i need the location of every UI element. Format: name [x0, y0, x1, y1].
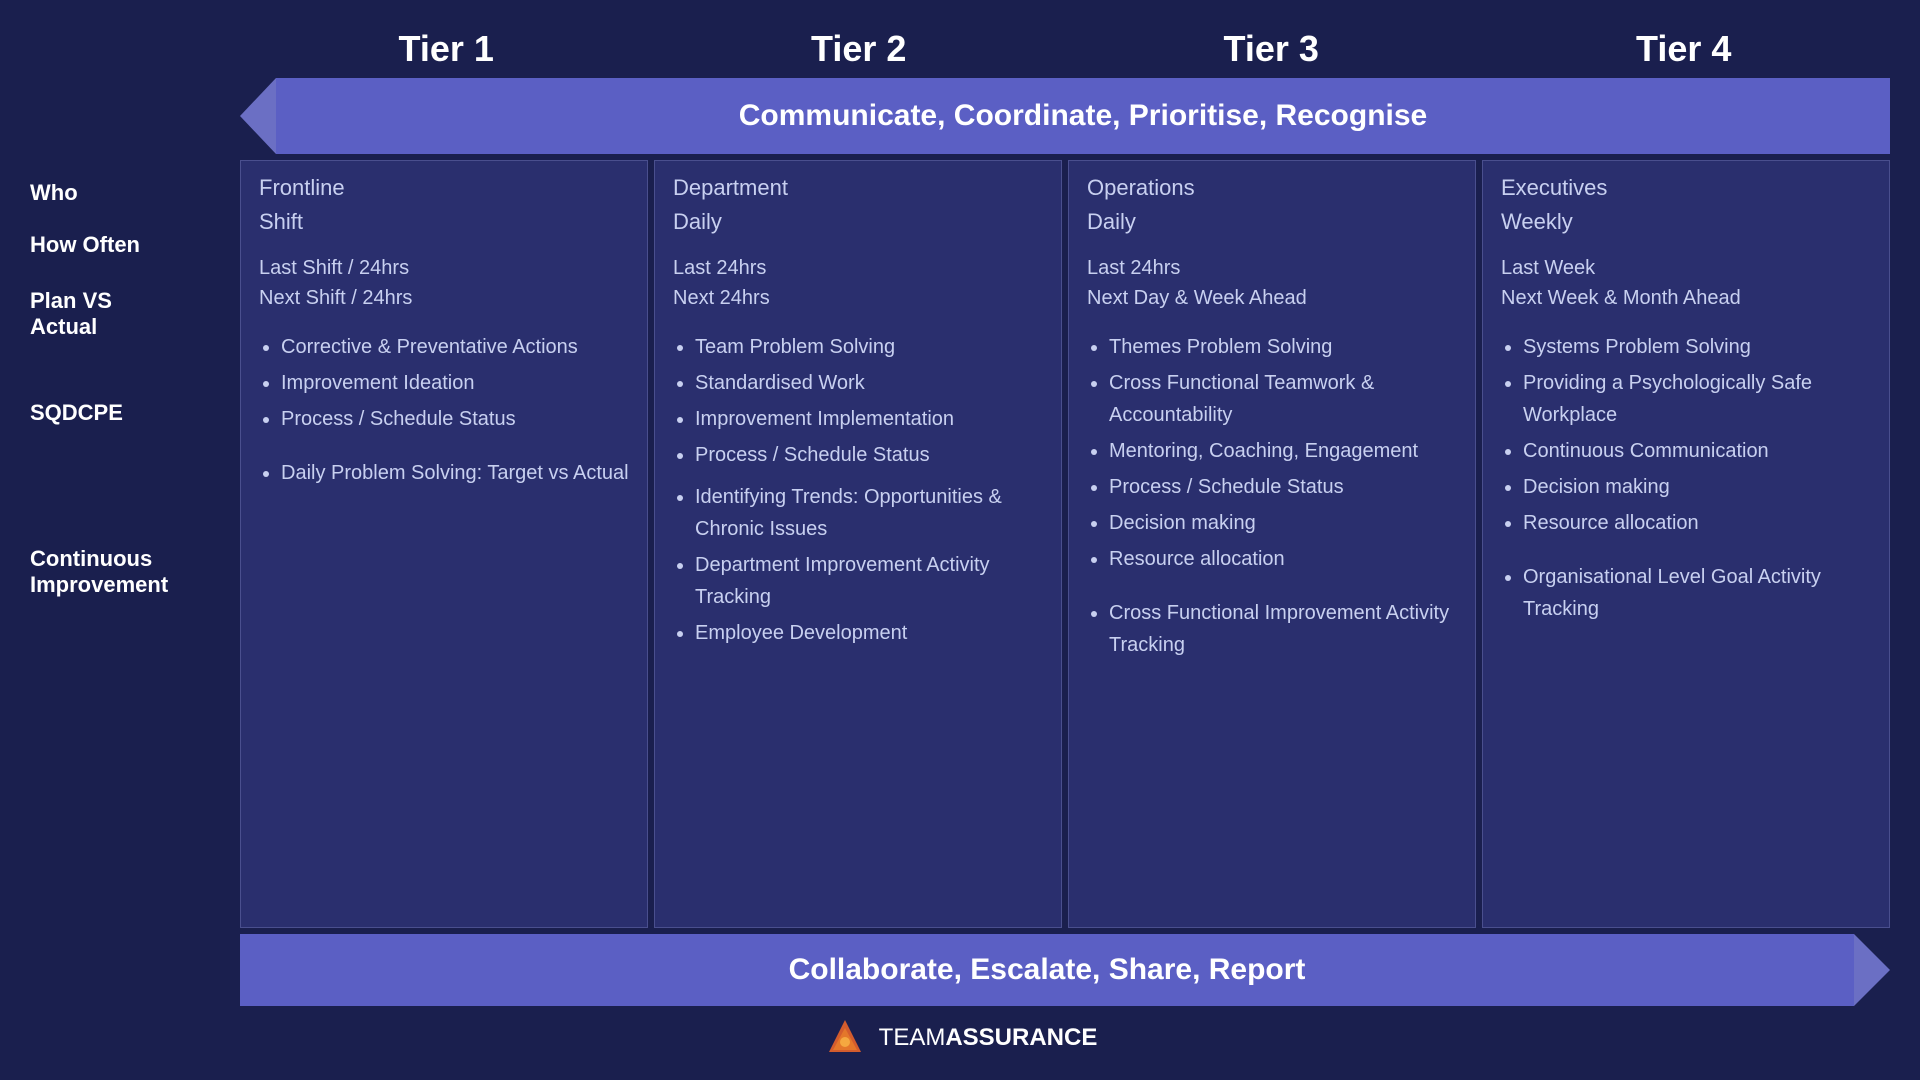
tier1-ci-list: Daily Problem Solving: Target vs Actual: [259, 457, 629, 489]
list-item: Team Problem Solving: [695, 331, 1043, 363]
tier4-sqdcpe: Systems Problem Solving Providing a Psyc…: [1501, 331, 1871, 543]
main-content: Who How Often Plan VSActual SQDCPE Conti…: [30, 160, 1890, 928]
list-item: Resource allocation: [1523, 507, 1871, 539]
tier-4-column: Executives Weekly Last WeekNext Week & M…: [1482, 160, 1890, 928]
tier1-sqdcpe: Corrective & Preventative Actions Improv…: [259, 331, 629, 439]
footer-assurance: ASSURANCE: [945, 1024, 1097, 1051]
footer-text: TEAMASSURANCE: [879, 1024, 1098, 1052]
tier3-sqdcpe: Themes Problem Solving Cross Functional …: [1087, 331, 1457, 579]
tier-4-header: Tier 4: [1478, 20, 1891, 78]
list-item: Corrective & Preventative Actions: [281, 331, 629, 363]
list-item: Decision making: [1523, 471, 1871, 503]
list-item: Resource allocation: [1109, 543, 1457, 575]
bottom-banner-body: Collaborate, Escalate, Share, Report: [240, 934, 1854, 1006]
tier3-who: Operations: [1087, 175, 1457, 201]
list-item: Organisational Level Goal Activity Track…: [1523, 561, 1871, 625]
how-often-label: How Often: [30, 232, 230, 258]
tier3-plan: Last 24hrsNext Day & Week Ahead: [1087, 253, 1457, 313]
tier2-who: Department: [673, 175, 1043, 201]
tier4-who: Executives: [1501, 175, 1871, 201]
tier2-sqdcpe-list: Team Problem Solving Standardised Work I…: [673, 331, 1043, 649]
tier-columns: Frontline Shift Last Shift / 24hrsNext S…: [240, 160, 1890, 928]
tier-1-header: Tier 1: [240, 20, 653, 78]
list-item: Process / Schedule Status: [695, 439, 1043, 471]
list-item: Systems Problem Solving: [1523, 331, 1871, 363]
footer-team: TEAM: [879, 1024, 946, 1051]
list-item: Standardised Work: [695, 367, 1043, 399]
teamassurance-logo-icon: [823, 1016, 867, 1060]
tier3-sqdcpe-list: Themes Problem Solving Cross Functional …: [1087, 331, 1457, 575]
list-item: Themes Problem Solving: [1109, 331, 1457, 363]
list-item: Process / Schedule Status: [281, 403, 629, 435]
list-item: Decision making: [1109, 507, 1457, 539]
tier-1-column: Frontline Shift Last Shift / 24hrsNext S…: [240, 160, 648, 928]
list-item: Process / Schedule Status: [1109, 471, 1457, 503]
tier-2-header: Tier 2: [653, 20, 1066, 78]
tier-3-column: Operations Daily Last 24hrsNext Day & We…: [1068, 160, 1476, 928]
tier1-who: Frontline: [259, 175, 629, 201]
list-item: Providing a Psychologically Safe Workpla…: [1523, 367, 1871, 431]
tier2-howoften: Daily: [673, 209, 1043, 235]
list-item: Identifying Trends: Opportunities & Chro…: [695, 481, 1043, 545]
tier4-plan: Last WeekNext Week & Month Ahead: [1501, 253, 1871, 313]
tier4-ci: Organisational Level Goal Activity Track…: [1501, 561, 1871, 629]
tier-headers: Tier 1 Tier 2 Tier 3 Tier 4: [30, 20, 1890, 78]
tier3-ci: Cross Functional Improvement Activity Tr…: [1087, 597, 1457, 665]
who-label: Who: [30, 180, 230, 206]
top-banner-body: Communicate, Coordinate, Prioritise, Rec…: [276, 78, 1890, 154]
list-item: Employee Development: [695, 617, 1043, 649]
tier2-sqdcpe: Team Problem Solving Standardised Work I…: [673, 331, 1043, 653]
banner-arrow-right: [1854, 934, 1890, 1006]
list-item: Cross Functional Improvement Activity Tr…: [1109, 597, 1457, 661]
list-item: Improvement Implementation: [695, 403, 1043, 435]
row-labels: Who How Often Plan VSActual SQDCPE Conti…: [30, 160, 240, 928]
tier-2-column: Department Daily Last 24hrsNext 24hrs Te…: [654, 160, 1062, 928]
sqdcpe-label: SQDCPE: [30, 400, 230, 426]
tier1-ci: Daily Problem Solving: Target vs Actual: [259, 457, 629, 493]
top-banner-text: Communicate, Coordinate, Prioritise, Rec…: [739, 99, 1427, 133]
plan-vs-actual-label: Plan VSActual: [30, 288, 230, 340]
bottom-banner: Collaborate, Escalate, Share, Report: [30, 934, 1890, 1006]
tier4-howoften: Weekly: [1501, 209, 1871, 235]
list-item: Improvement Ideation: [281, 367, 629, 399]
tier-3-header: Tier 3: [1065, 20, 1478, 78]
tier4-ci-list: Organisational Level Goal Activity Track…: [1501, 561, 1871, 625]
bottom-banner-text: Collaborate, Escalate, Share, Report: [789, 953, 1306, 987]
list-item: Department Improvement Activity Tracking: [695, 549, 1043, 613]
list-item: Mentoring, Coaching, Engagement: [1109, 435, 1457, 467]
tier3-ci-list: Cross Functional Improvement Activity Tr…: [1087, 597, 1457, 661]
top-banner: Communicate, Coordinate, Prioritise, Rec…: [30, 78, 1890, 154]
footer: TEAMASSURANCE: [823, 1016, 1098, 1060]
spacer: [30, 20, 240, 78]
tier1-plan: Last Shift / 24hrsNext Shift / 24hrs: [259, 253, 629, 313]
banner-arrow-left: [240, 78, 276, 154]
tier3-howoften: Daily: [1087, 209, 1457, 235]
tier1-sqdcpe-list: Corrective & Preventative Actions Improv…: [259, 331, 629, 435]
tier4-sqdcpe-list: Systems Problem Solving Providing a Psyc…: [1501, 331, 1871, 539]
continuous-improvement-label: ContinuousImprovement: [30, 546, 230, 598]
tier2-plan: Last 24hrsNext 24hrs: [673, 253, 1043, 313]
tier1-howoften: Shift: [259, 209, 629, 235]
list-item: Cross Functional Teamwork & Accountabili…: [1109, 367, 1457, 431]
list-item: Continuous Communication: [1523, 435, 1871, 467]
list-item: Daily Problem Solving: Target vs Actual: [281, 457, 629, 489]
